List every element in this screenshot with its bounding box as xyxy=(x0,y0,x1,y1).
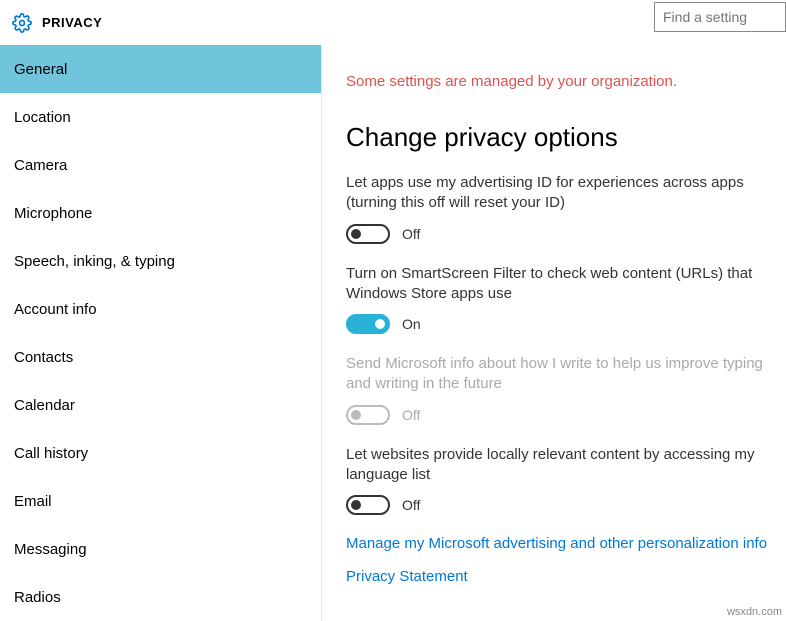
sidebar-item-label: Microphone xyxy=(14,205,92,222)
setting-label: Let websites provide locally relevant co… xyxy=(346,445,772,486)
toggle-switch[interactable] xyxy=(346,224,390,244)
sidebar-item-label: Messaging xyxy=(14,541,87,558)
sidebar-item-label: Contacts xyxy=(14,349,73,366)
sidebar-item-account-info[interactable]: Account info xyxy=(0,285,321,333)
toggle-state: On xyxy=(402,316,421,332)
toggle-switch[interactable] xyxy=(346,314,390,334)
toggle-row: Off xyxy=(346,495,772,515)
sidebar-item-label: Speech, inking, & typing xyxy=(14,253,175,270)
sidebar-item-location[interactable]: Location xyxy=(0,93,321,141)
sidebar-item-label: Account info xyxy=(14,301,97,318)
toggle-switch[interactable] xyxy=(346,495,390,515)
sidebar-item-microphone[interactable]: Microphone xyxy=(0,189,321,237)
header: PRIVACY xyxy=(0,0,786,45)
toggle-switch xyxy=(346,405,390,425)
sidebar-item-label: Email xyxy=(14,493,52,510)
section-heading: Change privacy options xyxy=(346,122,772,153)
sidebar-item-label: Calendar xyxy=(14,397,75,414)
setting-label: Let apps use my advertising ID for exper… xyxy=(346,173,772,214)
org-notice: Some settings are managed by your organi… xyxy=(346,73,772,90)
toggle-state: Off xyxy=(402,407,420,423)
setting: Turn on SmartScreen Filter to check web … xyxy=(346,264,772,335)
toggle-row: Off xyxy=(346,405,772,425)
toggle-row: On xyxy=(346,314,772,334)
main: General Location Camera Microphone Speech, i… xyxy=(0,45,786,621)
toggle-state: Off xyxy=(402,226,420,242)
toggle-knob xyxy=(351,500,361,510)
toggle-knob xyxy=(351,229,361,239)
sidebar: General Location Camera Microphone Speech, i… xyxy=(0,45,322,621)
search-input[interactable] xyxy=(654,2,786,32)
sidebar-item-contacts[interactable]: Contacts xyxy=(0,333,321,381)
sidebar-item-label: Call history xyxy=(14,445,88,462)
page-title: PRIVACY xyxy=(42,15,102,30)
sidebar-item-messaging[interactable]: Messaging xyxy=(0,525,321,573)
sidebar-item-general[interactable]: General xyxy=(0,45,321,93)
sidebar-item-label: Camera xyxy=(14,157,67,174)
gear-icon xyxy=(12,13,32,33)
link[interactable]: Privacy Statement xyxy=(346,568,772,585)
sidebar-item-radios[interactable]: Radios xyxy=(0,573,321,621)
sidebar-item-label: Location xyxy=(14,109,71,126)
sidebar-item-email[interactable]: Email xyxy=(0,477,321,525)
sidebar-item-label: Radios xyxy=(14,589,61,606)
toggle-row: Off xyxy=(346,224,772,244)
toggle-knob xyxy=(351,410,361,420)
toggle-knob xyxy=(375,319,385,329)
setting: Send Microsoft info about how I write to… xyxy=(346,354,772,425)
setting-label: Turn on SmartScreen Filter to check web … xyxy=(346,264,772,305)
setting: Let apps use my advertising ID for exper… xyxy=(346,173,772,244)
link[interactable]: Manage my Microsoft advertising and othe… xyxy=(346,535,772,552)
sidebar-item-call-history[interactable]: Call history xyxy=(0,429,321,477)
watermark: wsxdn.com xyxy=(727,606,782,618)
toggle-state: Off xyxy=(402,497,420,513)
sidebar-item-camera[interactable]: Camera xyxy=(0,141,321,189)
setting: Let websites provide locally relevant co… xyxy=(346,445,772,516)
sidebar-item-label: General xyxy=(14,61,67,78)
sidebar-item-calendar[interactable]: Calendar xyxy=(0,381,321,429)
setting-label: Send Microsoft info about how I write to… xyxy=(346,354,772,395)
content: Some settings are managed by your organi… xyxy=(322,45,786,621)
sidebar-item-speech-inking-typing[interactable]: Speech, inking, & typing xyxy=(0,237,321,285)
